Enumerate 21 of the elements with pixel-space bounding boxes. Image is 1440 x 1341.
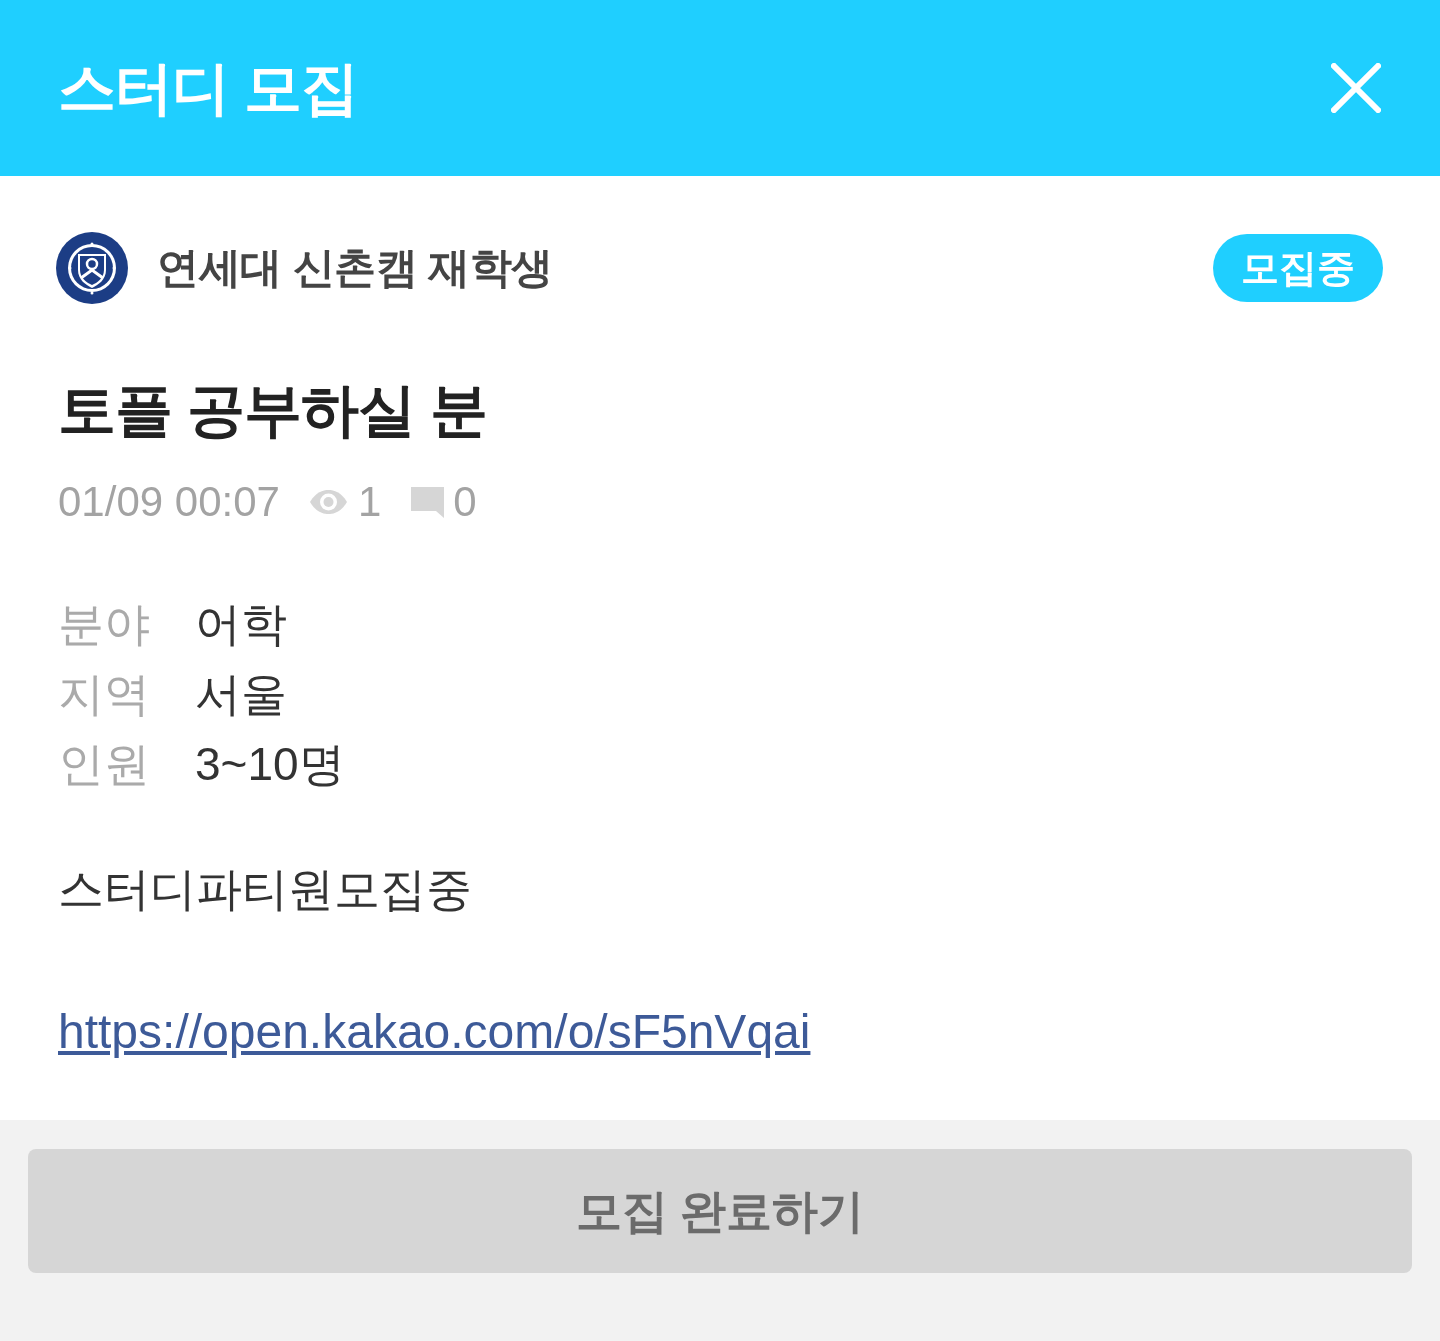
field-value: 서울 — [195, 667, 287, 722]
field-label: 분야 — [57, 597, 151, 652]
field-label: 인원 — [57, 737, 151, 792]
post-description: 스터디파티원모집중 — [58, 862, 473, 917]
field-value: 어학 — [195, 597, 287, 652]
emblem-icon — [56, 232, 128, 304]
post-title: 토플 공부하실 분 — [58, 378, 489, 442]
close-button[interactable] — [1331, 63, 1381, 113]
eye-icon — [309, 490, 347, 514]
close-icon — [1331, 63, 1381, 113]
status-badge: 모집중 — [1213, 234, 1383, 302]
window-title: 스터디 모집 — [58, 59, 359, 117]
comment-count: 0 — [453, 478, 477, 526]
field-value: 3~10명 — [195, 737, 345, 792]
post-link[interactable]: https://open.kakao.com/o/sF5nVqai — [58, 1005, 811, 1058]
author-name: 연세대 신촌캠 재학생 — [157, 247, 553, 289]
field-label: 지역 — [57, 667, 151, 722]
complete-recruitment-button[interactable]: 모집 완료하기 — [28, 1149, 1412, 1273]
comment-icon — [411, 486, 445, 518]
post-date: 01/09 00:07 — [58, 478, 280, 526]
view-count: 1 — [357, 478, 382, 526]
